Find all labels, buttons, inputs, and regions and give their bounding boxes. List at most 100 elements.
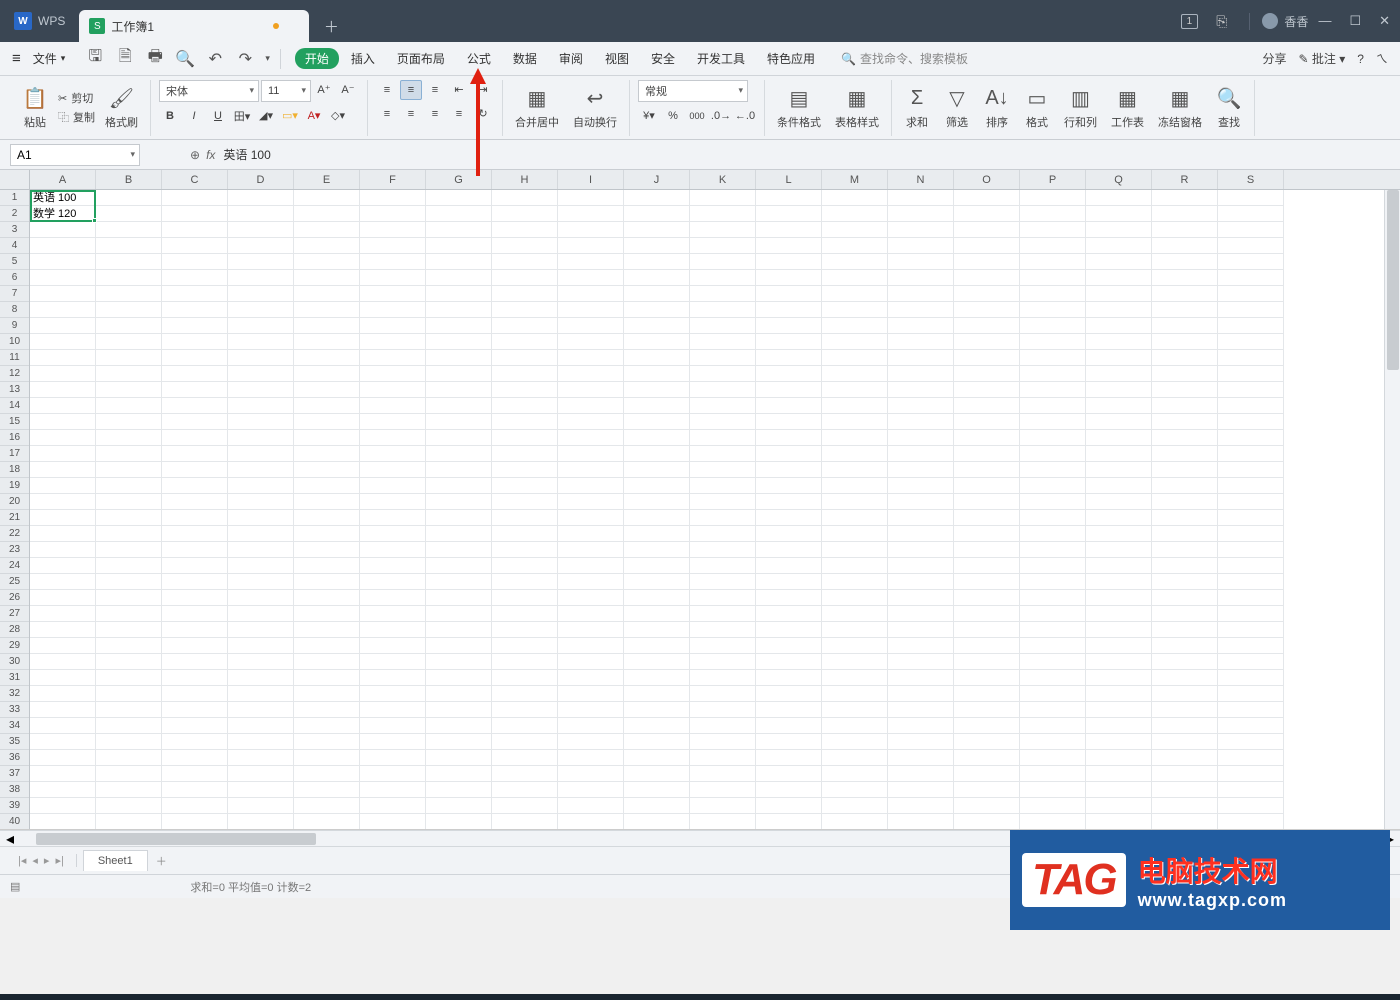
cell[interactable] [1218,190,1284,206]
tab-review[interactable]: 审阅 [549,47,593,70]
cell[interactable] [228,238,294,254]
cell[interactable] [162,606,228,622]
cell[interactable] [888,734,954,750]
cell[interactable] [822,734,888,750]
decrease-font-button[interactable]: A⁻ [337,80,359,100]
cell[interactable] [756,334,822,350]
cell[interactable] [1152,414,1218,430]
cell[interactable] [228,398,294,414]
cell[interactable] [426,638,492,654]
tab-insert[interactable]: 插入 [341,47,385,70]
cell[interactable] [1020,574,1086,590]
cell[interactable] [96,318,162,334]
cell[interactable] [1152,622,1218,638]
cell[interactable] [228,350,294,366]
cell[interactable] [1152,782,1218,798]
cell[interactable] [96,334,162,350]
scroll-left-icon[interactable]: ◂ [0,829,20,849]
column-header[interactable]: D [228,170,294,189]
cell[interactable] [624,622,690,638]
cell[interactable] [426,542,492,558]
row-header[interactable]: 26 [0,590,29,606]
cell[interactable] [1086,446,1152,462]
cell[interactable] [30,542,96,558]
cell[interactable] [1152,814,1218,829]
row-header[interactable]: 3 [0,222,29,238]
cell[interactable] [1218,750,1284,766]
cell[interactable] [558,270,624,286]
cell[interactable] [1218,318,1284,334]
cell[interactable] [30,574,96,590]
cell[interactable] [294,766,360,782]
cell[interactable] [954,206,1020,222]
tab-data[interactable]: 数据 [503,47,547,70]
orientation-button[interactable]: ↻ [472,104,494,124]
h-scroll-thumb[interactable] [36,833,316,845]
cell[interactable] [30,590,96,606]
row-header[interactable]: 5 [0,254,29,270]
cell[interactable] [360,590,426,606]
cell[interactable] [360,526,426,542]
cell[interactable] [228,462,294,478]
cell[interactable] [294,238,360,254]
cell[interactable] [228,318,294,334]
cell[interactable] [888,238,954,254]
cell[interactable] [360,238,426,254]
cell[interactable] [558,334,624,350]
cell[interactable] [294,478,360,494]
cell[interactable] [360,766,426,782]
cell[interactable] [1152,206,1218,222]
row-header[interactable]: 2 [0,206,29,222]
cell[interactable] [1020,590,1086,606]
cell[interactable] [822,398,888,414]
redo-icon[interactable]: ↷ [235,49,255,69]
cell[interactable] [162,510,228,526]
cell[interactable] [690,478,756,494]
vertical-scrollbar[interactable] [1384,190,1400,829]
underline-button[interactable]: U [207,106,229,126]
row-header[interactable]: 40 [0,814,29,829]
cell[interactable] [624,430,690,446]
cell[interactable] [888,366,954,382]
table-style-button[interactable]: ▦表格样式 [831,84,883,132]
column-header[interactable]: A [30,170,96,189]
cell[interactable] [492,366,558,382]
cell[interactable] [558,510,624,526]
cell[interactable] [228,542,294,558]
cell[interactable]: 英语 100 [30,190,96,206]
cell[interactable] [1152,494,1218,510]
cell[interactable] [162,238,228,254]
cell[interactable] [294,702,360,718]
cell[interactable] [1086,334,1152,350]
cell[interactable] [96,542,162,558]
cell[interactable] [96,526,162,542]
cell[interactable] [690,270,756,286]
cell[interactable] [162,798,228,814]
cell[interactable] [30,366,96,382]
cell[interactable] [756,558,822,574]
cell[interactable] [822,382,888,398]
cell[interactable] [1218,382,1284,398]
cell[interactable] [690,286,756,302]
cell[interactable] [822,510,888,526]
cell[interactable] [822,238,888,254]
cell[interactable] [822,718,888,734]
cell[interactable] [1020,670,1086,686]
row-header[interactable]: 36 [0,750,29,766]
cell[interactable] [228,270,294,286]
cell[interactable] [162,414,228,430]
highlight-button[interactable]: ▭▾ [279,106,301,126]
cell[interactable] [30,782,96,798]
cell[interactable] [294,734,360,750]
cell[interactable] [162,750,228,766]
last-sheet-icon[interactable]: ▸| [55,854,63,867]
cell[interactable] [294,254,360,270]
cell[interactable] [1020,446,1086,462]
cell[interactable] [360,782,426,798]
cell[interactable] [558,302,624,318]
cell[interactable] [690,510,756,526]
cell[interactable] [756,670,822,686]
cell[interactable] [1086,462,1152,478]
cell[interactable] [690,606,756,622]
cell[interactable] [294,382,360,398]
